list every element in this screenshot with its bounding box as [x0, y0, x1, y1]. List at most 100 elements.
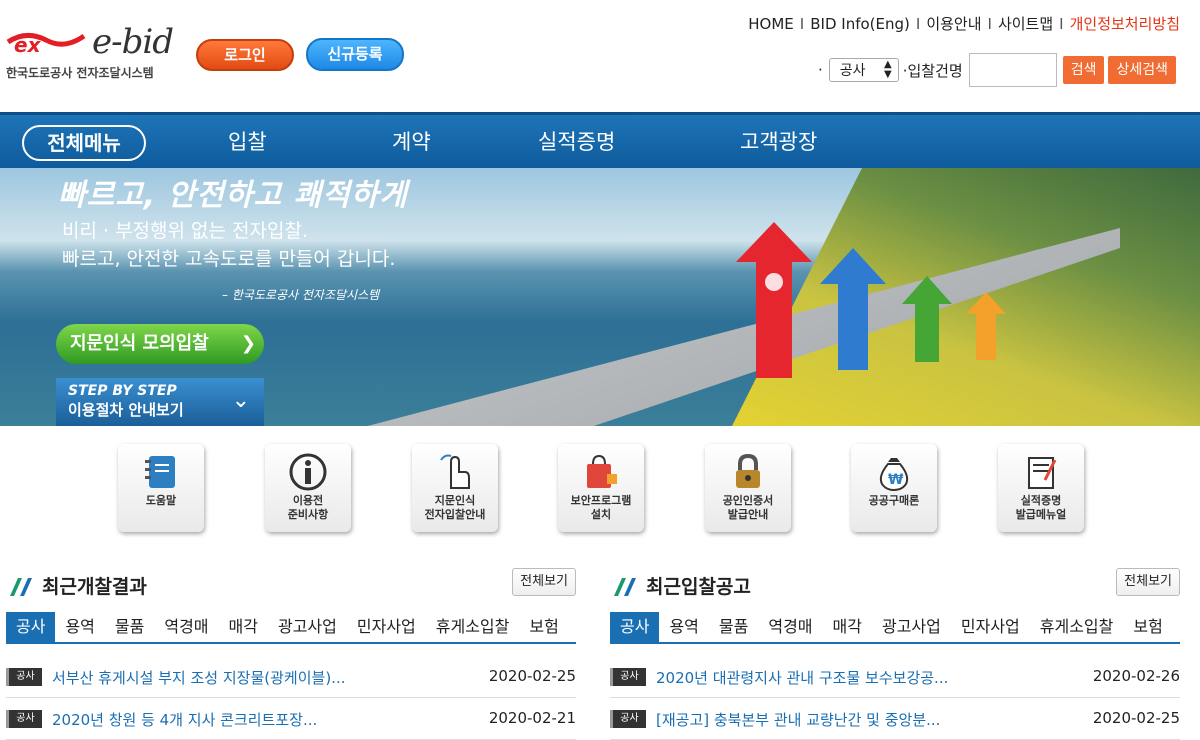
svg-text:₩: ₩ — [888, 472, 904, 488]
ex-logo-icon: ex — [6, 33, 86, 56]
tab-insurance[interactable]: 보험 — [1123, 612, 1172, 642]
bid-type-value: 공사 — [839, 63, 866, 79]
quick-public-purchase[interactable]: ₩ 공공구매론 — [851, 444, 937, 532]
register-button[interactable]: 신규등록 — [306, 38, 404, 71]
nav-item-bid[interactable]: 입찰 — [228, 125, 267, 159]
home-link[interactable]: HOME — [748, 15, 794, 33]
tab-reverse-auction[interactable]: 역경매 — [154, 612, 218, 642]
tab-service[interactable]: 용역 — [55, 612, 104, 642]
list-item[interactable]: 공사 [재공고] 충북본부 관내 교량난간 및 중앙분... 2020-02-2… — [610, 698, 1180, 740]
category-badge: 공사 — [6, 668, 42, 686]
quick-menu: 도움말 이용전 준비사항 지문인식 전자입찰안내 보안프로그램 설치 공인인증서… — [0, 444, 1200, 536]
blue-arrow-icon — [820, 248, 886, 370]
tab-advertising[interactable]: 광고사업 — [268, 612, 347, 642]
view-all-button[interactable]: 전체보기 — [512, 568, 576, 596]
fingerprint-icon — [412, 444, 498, 494]
recent-opening-results-panel: 최근개찰결과 전체보기 공사 용역 물품 역경매 매각 광고사업 민자사업 휴게… — [6, 568, 576, 740]
category-badge: 공사 — [610, 668, 646, 686]
bullet: · — [817, 61, 823, 79]
bid-name-input[interactable] — [968, 53, 1057, 87]
fingerprint-mock-bid-button[interactable]: 지문인식 모의입찰 ❯ — [56, 324, 264, 364]
panel-header: 최근입찰공고 전체보기 — [610, 568, 1180, 602]
tab-rest-area-bid[interactable]: 휴게소입찰 — [1030, 612, 1124, 642]
item-title[interactable]: 2020년 창원 등 4개 지사 콘크리트포장... — [52, 709, 412, 730]
item-date: 2020-02-26 — [1092, 667, 1180, 685]
hero-banner: 빠르고, 안전하고 쾌적하게 비리 · 부정행위 없는 전자입찰. 빠르고, 안… — [0, 168, 1200, 426]
info-icon — [265, 444, 351, 494]
tab-insurance[interactable]: 보험 — [519, 612, 568, 642]
step-by-step-button[interactable]: STEP BY STEP 이용절차 안내보기 ⌄ — [56, 378, 264, 426]
tab-construction[interactable]: 공사 — [610, 612, 660, 642]
tab-goods[interactable]: 물품 — [105, 612, 154, 642]
quick-performance-manual-label: 실적증명 발급메뉴얼 — [1015, 494, 1067, 521]
bid-info-eng-link[interactable]: BID Info(Eng) — [810, 15, 910, 33]
item-date: 2020-02-21 — [488, 709, 576, 727]
list-item[interactable]: 공사 2020년 창원 등 4개 지사 콘크리트포장... 2020-02-21 — [6, 698, 576, 740]
item-title[interactable]: 서부산 휴게시설 부지 조성 지장물(광케이블)... — [52, 667, 412, 688]
tab-construction[interactable]: 공사 — [6, 612, 56, 642]
logo-subtitle: 한국도로공사 전자조달시스템 — [6, 66, 154, 80]
quick-fingerprint[interactable]: 지문인식 전자입찰안내 — [412, 444, 498, 532]
banner-line-2: 빠르고, 안전한 고속도로를 만들어 갑니다. — [62, 248, 396, 270]
search-button[interactable]: 검색 — [1062, 56, 1105, 84]
stripe-icon — [10, 578, 32, 596]
notice-list: 공사 2020년 대관령지사 관내 구조물 보수보강공... 2020-02-2… — [610, 656, 1180, 740]
tab-private-investment[interactable]: 민자사업 — [951, 612, 1030, 642]
quick-public-purchase-label: 공공구매론 — [868, 494, 920, 507]
quick-help[interactable]: 도움말 — [118, 444, 204, 532]
item-title[interactable]: 2020년 대관령지사 관내 구조물 보수보강공... — [656, 667, 1016, 688]
category-badge: 공사 — [610, 710, 646, 728]
bid-name-label: ·입찰건명 — [902, 61, 963, 80]
updown-icon: ▲ ▼ — [884, 59, 892, 80]
item-date: 2020-02-25 — [488, 667, 576, 685]
view-all-button[interactable]: 전체보기 — [1116, 568, 1180, 596]
quick-certificate[interactable]: 공인인증서 발급안내 — [705, 444, 791, 532]
quick-preparation[interactable]: 이용전 준비사항 — [265, 444, 351, 532]
panel-header: 최근개찰결과 전체보기 — [6, 568, 576, 602]
sitemap-link[interactable]: 사이트맵 — [998, 15, 1053, 33]
tab-rest-area-bid[interactable]: 휴게소입찰 — [426, 612, 520, 642]
logo[interactable]: ex e-bid 한국도로공사 전자조달시스템 — [6, 22, 186, 84]
panel-title: 최근개찰결과 — [42, 576, 147, 598]
separator: I — [799, 15, 805, 33]
privacy-policy-link[interactable]: 개인정보처리방침 — [1070, 15, 1180, 33]
tab-private-investment[interactable]: 민자사업 — [347, 612, 426, 642]
nav-item-customer[interactable]: 고객광장 — [740, 125, 817, 159]
result-list: 공사 서부산 휴게시설 부지 조성 지장물(광케이블)... 2020-02-2… — [6, 656, 576, 740]
recent-bid-notices-panel: 최근입찰공고 전체보기 공사 용역 물품 역경매 매각 광고사업 민자사업 휴게… — [610, 568, 1180, 740]
item-title[interactable]: [재공고] 충북본부 관내 교량난간 및 중앙분... — [656, 709, 1016, 730]
quick-security-label: 보안프로그램 설치 — [570, 494, 632, 521]
money-bag-icon: ₩ — [851, 444, 937, 494]
category-tabs: 공사 용역 물품 역경매 매각 광고사업 민자사업 휴게소입찰 보험 — [6, 612, 576, 644]
quick-help-label: 도움말 — [145, 494, 177, 507]
banner-title: 빠르고, 안전하고 쾌적하게 — [58, 178, 408, 213]
tab-service[interactable]: 용역 — [659, 612, 708, 642]
all-menu-button[interactable]: 전체메뉴 — [22, 125, 146, 161]
notebook-icon — [118, 444, 204, 494]
bid-type-select[interactable]: 공사 ▲ ▼ — [828, 58, 899, 82]
list-item[interactable]: 공사 서부산 휴게시설 부지 조성 지장물(광케이블)... 2020-02-2… — [6, 656, 576, 698]
quick-certificate-label: 공인인증서 발급안내 — [722, 494, 774, 521]
tab-advertising[interactable]: 광고사업 — [872, 612, 951, 642]
login-button[interactable]: 로그인 — [196, 39, 294, 71]
nav-item-performance[interactable]: 실적증명 — [538, 125, 615, 159]
category-badge: 공사 — [6, 710, 42, 728]
list-item[interactable]: 공사 2020년 대관령지사 관내 구조물 보수보강공... 2020-02-2… — [610, 656, 1180, 698]
stripe-icon — [614, 578, 636, 596]
separator: I — [987, 15, 992, 33]
nav-item-contract[interactable]: 계약 — [392, 125, 431, 159]
search-bar: · 공사 ▲ ▼ ·입찰건명 검색 상세검색 — [818, 53, 1180, 87]
usage-guide-link[interactable]: 이용안내 — [926, 15, 981, 33]
tab-reverse-auction[interactable]: 역경매 — [758, 612, 822, 642]
quick-security[interactable]: 보안프로그램 설치 — [558, 444, 644, 532]
tab-sale[interactable]: 매각 — [219, 612, 268, 642]
chevron-down-icon: ⌄ — [231, 388, 250, 413]
security-bag-icon — [558, 444, 644, 494]
quick-preparation-label: 이용전 준비사항 — [287, 494, 329, 521]
tab-goods[interactable]: 물품 — [709, 612, 758, 642]
quick-fingerprint-label: 지문인식 전자입찰안내 — [424, 494, 486, 521]
detail-search-button[interactable]: 상세검색 — [1108, 56, 1176, 84]
tab-sale[interactable]: 매각 — [823, 612, 872, 642]
fingerprint-mock-bid-label: 지문인식 모의입찰 — [70, 333, 209, 354]
quick-performance-manual[interactable]: 실적증명 발급메뉴얼 — [998, 444, 1084, 532]
